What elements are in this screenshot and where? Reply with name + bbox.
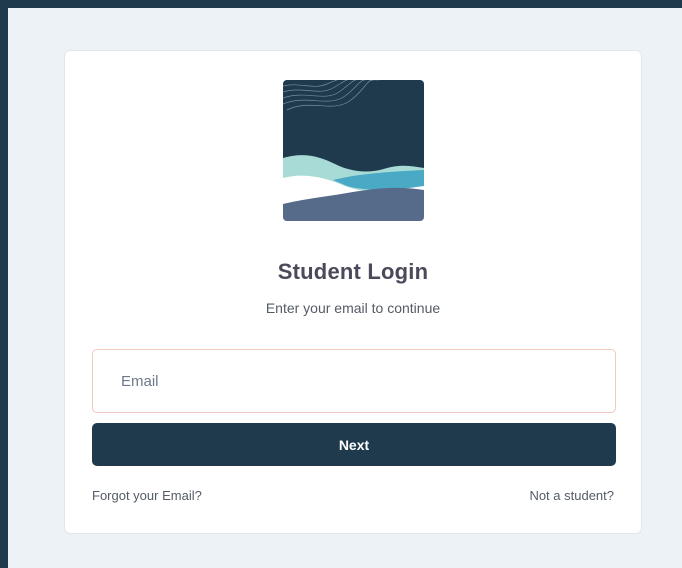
next-button[interactable]: Next	[92, 423, 616, 466]
not-a-student-link[interactable]: Not a student?	[529, 488, 614, 503]
page-subtitle: Enter your email to continue	[265, 300, 441, 316]
login-card: Student Login Enter your email to contin…	[64, 50, 642, 534]
wave-logo-icon	[283, 80, 424, 221]
forgot-email-link[interactable]: Forgot your Email?	[92, 488, 202, 503]
page-background: Student Login Enter your email to contin…	[8, 8, 682, 568]
page-title: Student Login	[277, 259, 429, 284]
email-input[interactable]	[92, 349, 616, 413]
